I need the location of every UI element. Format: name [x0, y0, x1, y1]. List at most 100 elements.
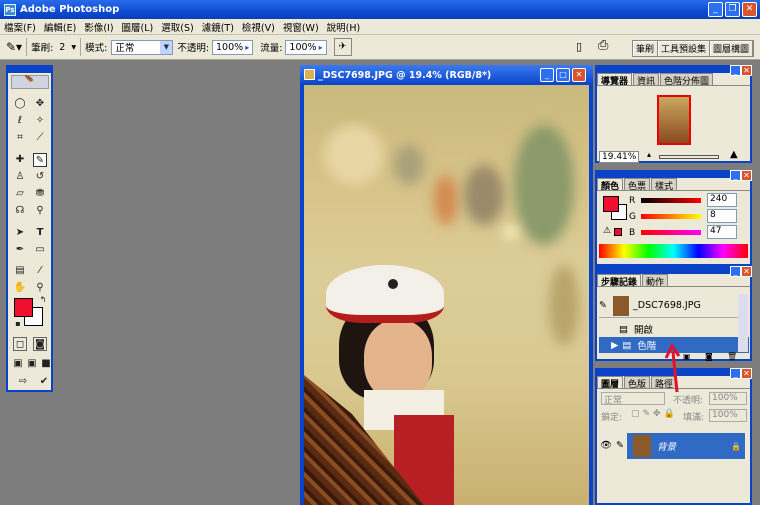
menu-image[interactable]: 影像(I)	[84, 20, 113, 34]
doc-maximize-button[interactable]: □	[556, 68, 570, 82]
eyedropper-icon[interactable]: ⁄	[33, 264, 47, 278]
flow-input[interactable]: 100% ▸	[285, 39, 327, 55]
layer-opacity-value[interactable]: 100%	[709, 392, 747, 405]
blend-mode-select[interactable]: 正常	[601, 392, 665, 406]
opacity-input[interactable]: 100% ▸	[212, 39, 254, 55]
menu-help[interactable]: 說明(H)	[327, 20, 361, 34]
dodge-tool-icon[interactable]: ⚲	[33, 204, 47, 218]
shape-tool-icon[interactable]: ▭	[33, 243, 47, 257]
file-browser-icon[interactable]: ▯	[576, 40, 582, 53]
navigator-thumbnail[interactable]	[657, 95, 691, 145]
color-fg-swatch[interactable]	[603, 196, 619, 212]
restore-button[interactable]: ❐	[725, 2, 740, 17]
eye-icon[interactable]: 👁	[599, 433, 613, 459]
minimize-button[interactable]: _	[708, 2, 723, 17]
tab-info[interactable]: 資訊	[633, 73, 660, 87]
zoom-in-icon[interactable]: ▲	[730, 149, 738, 160]
trash-icon[interactable]: 🗑	[727, 352, 737, 361]
history-brush-icon[interactable]: ↺	[33, 170, 47, 184]
new-snapshot-icon[interactable]: ◙	[705, 352, 713, 361]
r-slider[interactable]	[641, 198, 701, 203]
quick-mask-icon[interactable]: ◙	[33, 337, 47, 351]
airbrush-icon[interactable]: ✈	[333, 38, 352, 56]
palette-tab-brushes[interactable]: 筆刷	[633, 41, 658, 56]
menu-file[interactable]: 檔案(F)	[4, 20, 36, 34]
tab-styles[interactable]: 樣式	[651, 178, 678, 192]
standard-mode-icon[interactable]: ◻	[13, 337, 27, 351]
history-item[interactable]: ▤ 開啟	[599, 321, 749, 337]
type-tool-icon[interactable]: T	[33, 226, 47, 240]
brush-picker-arrow-icon[interactable]: ▾	[71, 42, 76, 53]
panel-minimize-button[interactable]: _	[730, 266, 741, 277]
fill-value[interactable]: 100%	[709, 409, 747, 422]
panel-minimize-button[interactable]: _	[730, 65, 741, 76]
mode-select[interactable]: 正常 ▼	[111, 39, 174, 55]
lasso-tool-icon[interactable]: ℓ	[13, 114, 27, 128]
notes-tool-icon[interactable]: ▤	[13, 264, 27, 278]
doc-close-button[interactable]: ✕	[572, 68, 586, 82]
path-select-icon[interactable]: ➤	[13, 226, 27, 240]
navigator-zoom-value[interactable]: 19.41%	[599, 151, 640, 163]
g-slider[interactable]	[641, 214, 701, 219]
crop-tool-icon[interactable]: ⌗	[13, 131, 27, 145]
b-value[interactable]: 47	[707, 225, 737, 239]
slice-tool-icon[interactable]: ⟋	[33, 131, 47, 145]
imageready-icon[interactable]: ✔	[37, 375, 51, 389]
adobe-online-icon[interactable]: 🪶	[11, 75, 49, 89]
full-screen-icon[interactable]: ■	[39, 357, 53, 371]
healing-brush-icon[interactable]: ✚	[13, 153, 27, 167]
tab-swatches[interactable]: 色票	[624, 178, 651, 192]
photo-canvas[interactable]	[304, 85, 589, 505]
panel-close-button[interactable]: ✕	[741, 266, 752, 277]
zoom-out-icon[interactable]: ▴	[647, 150, 651, 159]
menu-edit[interactable]: 編輯(E)	[44, 20, 76, 34]
color-ramp[interactable]	[599, 244, 748, 258]
magic-wand-icon[interactable]: ✧	[33, 114, 47, 128]
b-slider[interactable]	[641, 230, 701, 235]
tab-histogram[interactable]: 色階分佈圖	[660, 73, 714, 87]
tab-actions[interactable]: 動作	[642, 274, 669, 288]
gamut-swatch[interactable]	[614, 228, 622, 236]
doc-minimize-button[interactable]: _	[540, 68, 554, 82]
tool-preset-icon[interactable]: ✎▾	[6, 40, 22, 54]
panel-close-button[interactable]: ✕	[741, 368, 752, 379]
close-button[interactable]: ✕	[742, 2, 757, 17]
full-screen-menu-icon[interactable]: ▣	[25, 357, 39, 371]
panel-minimize-button[interactable]: _	[730, 170, 741, 181]
tab-color[interactable]: 顏色	[597, 178, 624, 192]
paint-bucket-icon[interactable]: ⛃	[33, 187, 47, 201]
blur-tool-icon[interactable]: ☊	[13, 204, 27, 218]
g-value[interactable]: 8	[707, 209, 737, 223]
lock-icons[interactable]: ▢✎✥🔒	[631, 409, 678, 419]
foreground-color-swatch[interactable]	[14, 298, 33, 317]
menu-filter[interactable]: 濾鏡(T)	[202, 20, 234, 34]
panel-close-button[interactable]: ✕	[741, 65, 752, 76]
menu-select[interactable]: 選取(S)	[161, 20, 193, 34]
move-tool-icon[interactable]: ✥	[33, 97, 47, 111]
history-scrollbar[interactable]	[738, 294, 748, 352]
clone-stamp-icon[interactable]: ♙	[13, 170, 27, 184]
swap-colors-icon[interactable]: ↰	[36, 293, 50, 307]
tab-navigator[interactable]: 導覽器	[597, 73, 633, 87]
jump-to-imageready-icon[interactable]: ⇨	[13, 375, 33, 389]
menu-layer[interactable]: 圖層(L)	[122, 20, 154, 34]
palette-tab-layer-comps[interactable]: 圖層構圖	[710, 41, 753, 56]
standard-screen-icon[interactable]: ▣	[11, 357, 25, 371]
panel-minimize-button[interactable]: _	[730, 368, 741, 379]
menu-view[interactable]: 檢視(V)	[242, 20, 275, 34]
menu-window[interactable]: 視窗(W)	[283, 20, 319, 34]
eraser-tool-icon[interactable]: ▱	[13, 187, 27, 201]
printer-icon[interactable]: ⎙	[598, 38, 608, 53]
hand-tool-icon[interactable]: ✋	[13, 281, 27, 295]
tab-channels[interactable]: 色版	[624, 376, 651, 390]
warning-icon[interactable]: ⚠	[603, 226, 611, 236]
r-value[interactable]: 240	[707, 193, 737, 207]
pen-tool-icon[interactable]: ✒	[13, 243, 27, 257]
layer-row-background[interactable]: 👁 ✎ 背景 🔒	[599, 433, 745, 459]
palette-tab-tool-presets[interactable]: 工具預設集	[658, 41, 710, 56]
default-colors-icon[interactable]: ▪	[11, 317, 25, 331]
history-snapshot-row[interactable]: ✎ _DSC7698.JPG	[599, 294, 745, 318]
zoom-slider[interactable]	[659, 155, 719, 159]
tab-history[interactable]: 步驟記錄	[597, 274, 642, 288]
panel-close-button[interactable]: ✕	[741, 170, 752, 181]
